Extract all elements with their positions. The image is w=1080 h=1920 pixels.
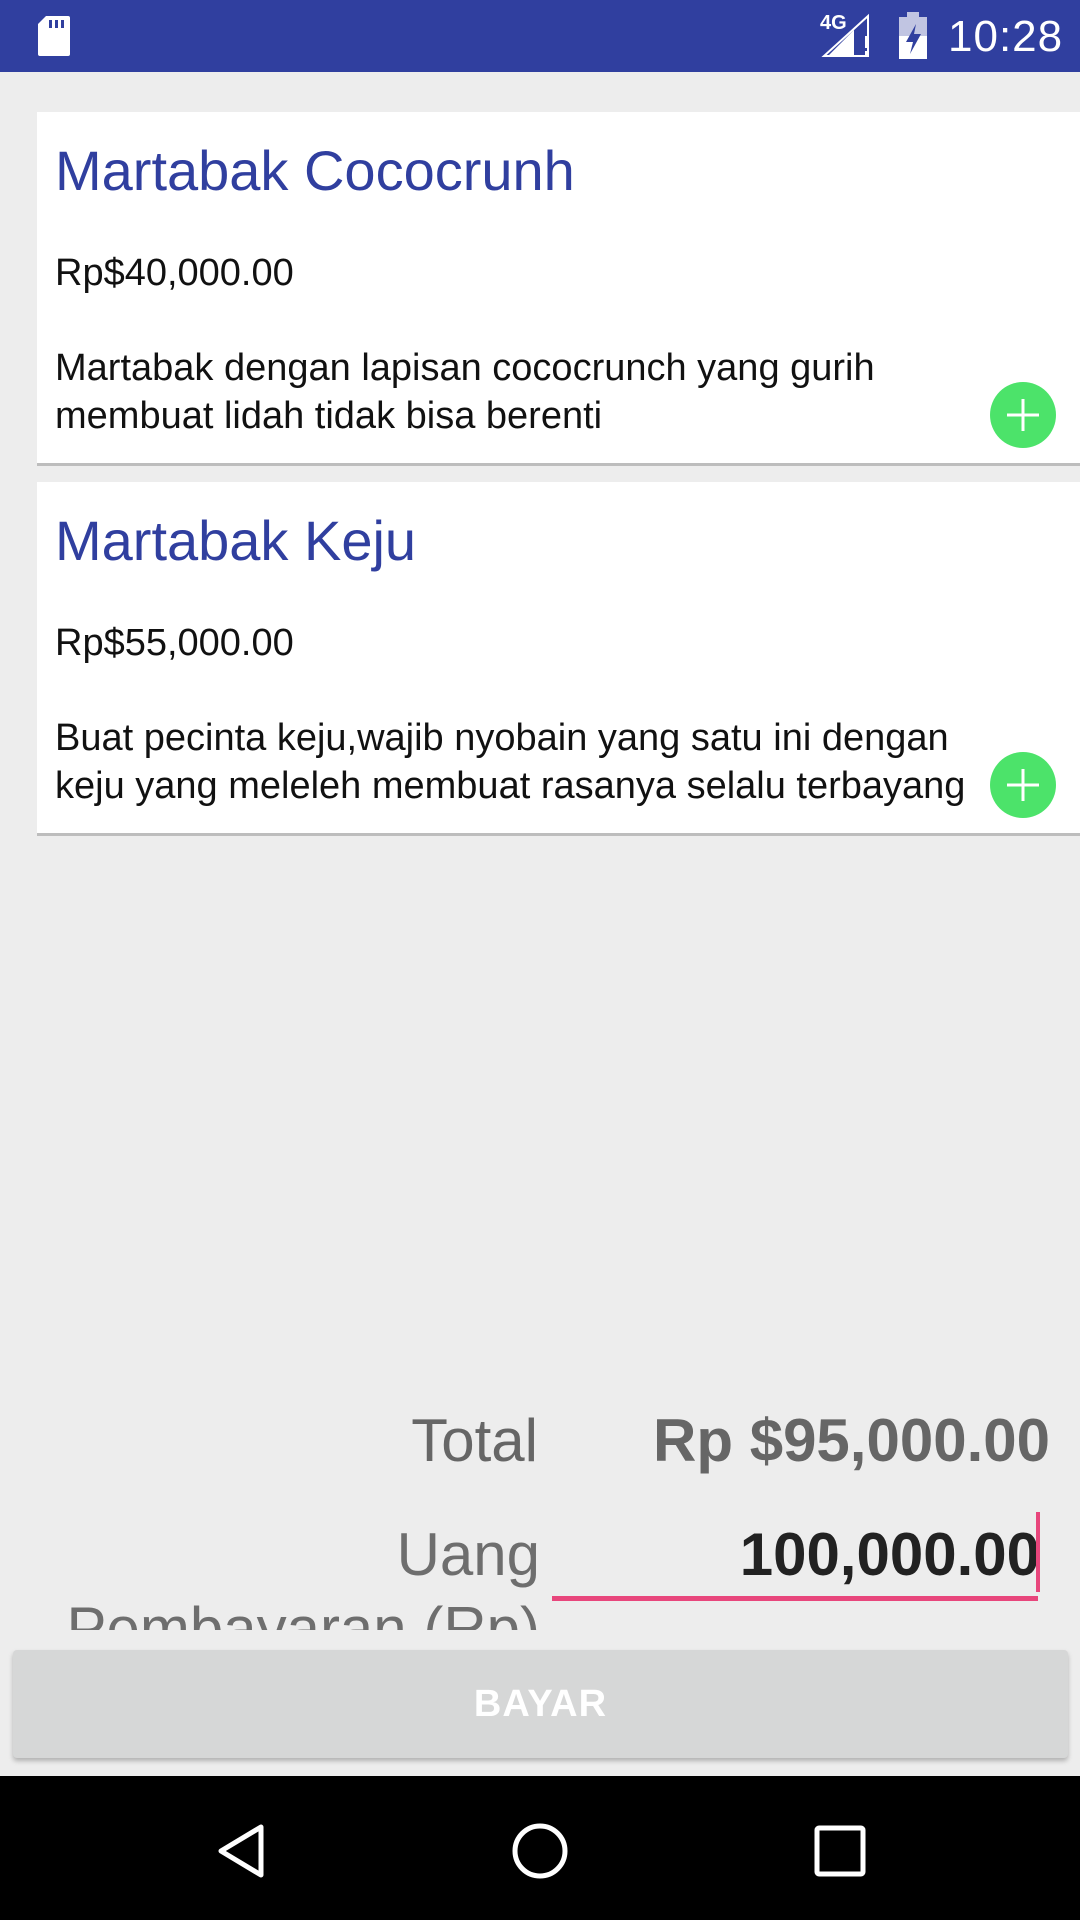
back-triangle-icon bbox=[218, 1824, 264, 1878]
home-button[interactable] bbox=[495, 1806, 585, 1896]
recents-button[interactable] bbox=[795, 1806, 885, 1896]
description-line: keju yang meleleh membuat rasanya selalu… bbox=[55, 765, 966, 807]
navigation-bar bbox=[0, 1776, 1080, 1920]
menu-item-title: Martabak Keju bbox=[55, 509, 417, 572]
payment-label: Uang Pembayaran (Rp) bbox=[66, 1521, 540, 1630]
payment-amount-input[interactable] bbox=[552, 1514, 1040, 1594]
plus-icon bbox=[1007, 769, 1039, 801]
pay-button[interactable]: BAYAR bbox=[13, 1650, 1068, 1758]
recents-square-icon bbox=[814, 1825, 866, 1877]
menu-item-price: Rp$55,000.00 bbox=[55, 622, 294, 664]
input-underline bbox=[552, 1596, 1038, 1601]
menu-item-card[interactable]: Martabak Cococrunh Rp$40,000.00 Martabak… bbox=[37, 112, 1080, 466]
total-value: Rp $95,000.00 bbox=[653, 1407, 1050, 1474]
menu-item-description: Martabak dengan lapisan cococrunch yang … bbox=[55, 344, 1055, 440]
total-label: Total bbox=[411, 1407, 538, 1474]
menu-item-description: Buat pecinta keju,wajib nyobain yang sat… bbox=[55, 714, 1055, 810]
plus-icon bbox=[1007, 399, 1039, 431]
clock: 10:28 bbox=[948, 12, 1064, 61]
description-line: Buat pecinta keju,wajib nyobain yang sat… bbox=[55, 717, 949, 759]
menu-item-price: Rp$40,000.00 bbox=[55, 252, 294, 294]
battery-charging-icon bbox=[899, 12, 927, 59]
add-item-button[interactable] bbox=[990, 382, 1056, 448]
signal-icon bbox=[821, 13, 869, 57]
home-circle-icon bbox=[512, 1823, 568, 1879]
add-item-button[interactable] bbox=[990, 752, 1056, 818]
text-cursor bbox=[1036, 1512, 1040, 1592]
status-bar: 4G 10:28 bbox=[0, 0, 1080, 72]
description-line: Martabak dengan lapisan cococrunch yang … bbox=[55, 347, 875, 389]
menu-item-card[interactable]: Martabak Keju Rp$55,000.00 Buat pecinta … bbox=[37, 482, 1080, 836]
back-button[interactable] bbox=[196, 1806, 286, 1896]
description-line: membuat lidah tidak bisa berenti bbox=[55, 395, 603, 437]
menu-item-title: Martabak Cococrunh bbox=[55, 139, 575, 202]
sd-card-icon bbox=[38, 16, 70, 56]
